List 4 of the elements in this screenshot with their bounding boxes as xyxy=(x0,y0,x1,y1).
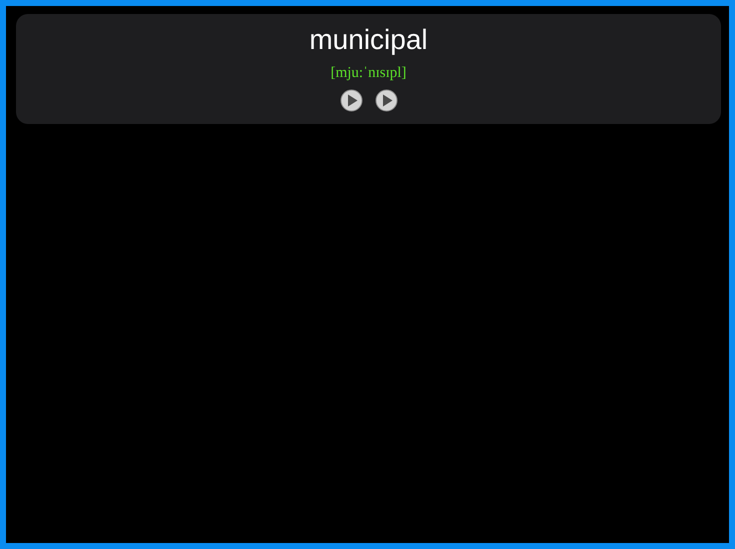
phonetic-transcription: [mju:ˈnɪsɪpl] xyxy=(330,64,406,83)
play-button[interactable] xyxy=(374,88,398,112)
play-button[interactable] xyxy=(340,88,362,112)
headword: municipal xyxy=(309,24,428,56)
